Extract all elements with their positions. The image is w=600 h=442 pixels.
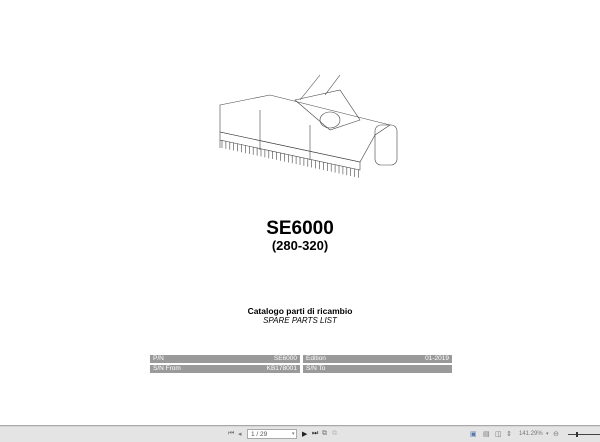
zoom-slider-handle[interactable] [576,432,578,437]
continuous-view-icon[interactable]: ▤ [483,430,490,438]
sn-from-value: KB178001 [266,365,297,372]
pn-row: P/N SE6000 [150,355,300,363]
model-title: SE6000 [266,218,334,239]
sn-from-row: S/N From KB178001 [150,365,300,373]
viewer-toolbar: ⏮ ◂ 1 / 29 ▾ ▶ ⏭ ⧉ ⧉ ▣ ▤ ◫ ⇕ 141.29% ▾ ⊖ [0,427,600,442]
sn-from-label: S/N From [153,365,181,372]
page-dropdown-icon[interactable]: ▾ [292,431,295,437]
page-number-input[interactable]: 1 / 29 [247,429,297,439]
model-range: (280-320) [271,238,329,253]
last-page-icon[interactable]: ⏭ [312,430,318,438]
catalog-title-en: SPARE PARTS LIST [263,316,337,325]
first-page-icon[interactable]: ⏮ [228,430,234,438]
facing-view-icon[interactable]: ◫ [495,430,502,438]
sn-to-label: S/N To [306,365,326,372]
fit-icon[interactable]: ⇕ [506,430,512,438]
pn-label: P/N [153,355,164,362]
next-page-icon[interactable]: ▶ [302,430,307,438]
machine-illustration [219,74,398,178]
zoom-dropdown-icon[interactable]: ▾ [546,431,549,437]
paste-icon[interactable]: ⧉ [332,430,337,438]
edition-value: 01-2019 [425,355,449,362]
zoom-level[interactable]: 141.29% [519,431,543,437]
prev-page-icon[interactable]: ◂ [238,430,242,438]
edition-row: Edition 01-2019 [303,355,452,363]
pn-value: SE6000 [273,355,297,362]
sn-to-row: S/N To [303,365,452,373]
zoom-out-icon[interactable]: ⊖ [553,430,559,438]
copy-icon[interactable]: ⧉ [322,430,327,438]
document-page: SE6000 (280-320) Catalogo parti di ricam… [0,0,600,426]
zoom-slider[interactable] [568,434,600,435]
single-page-view-icon[interactable]: ▣ [470,430,477,438]
catalog-title-it: Catalogo parti di ricambio [247,306,353,316]
edition-label: Edition [306,355,326,362]
